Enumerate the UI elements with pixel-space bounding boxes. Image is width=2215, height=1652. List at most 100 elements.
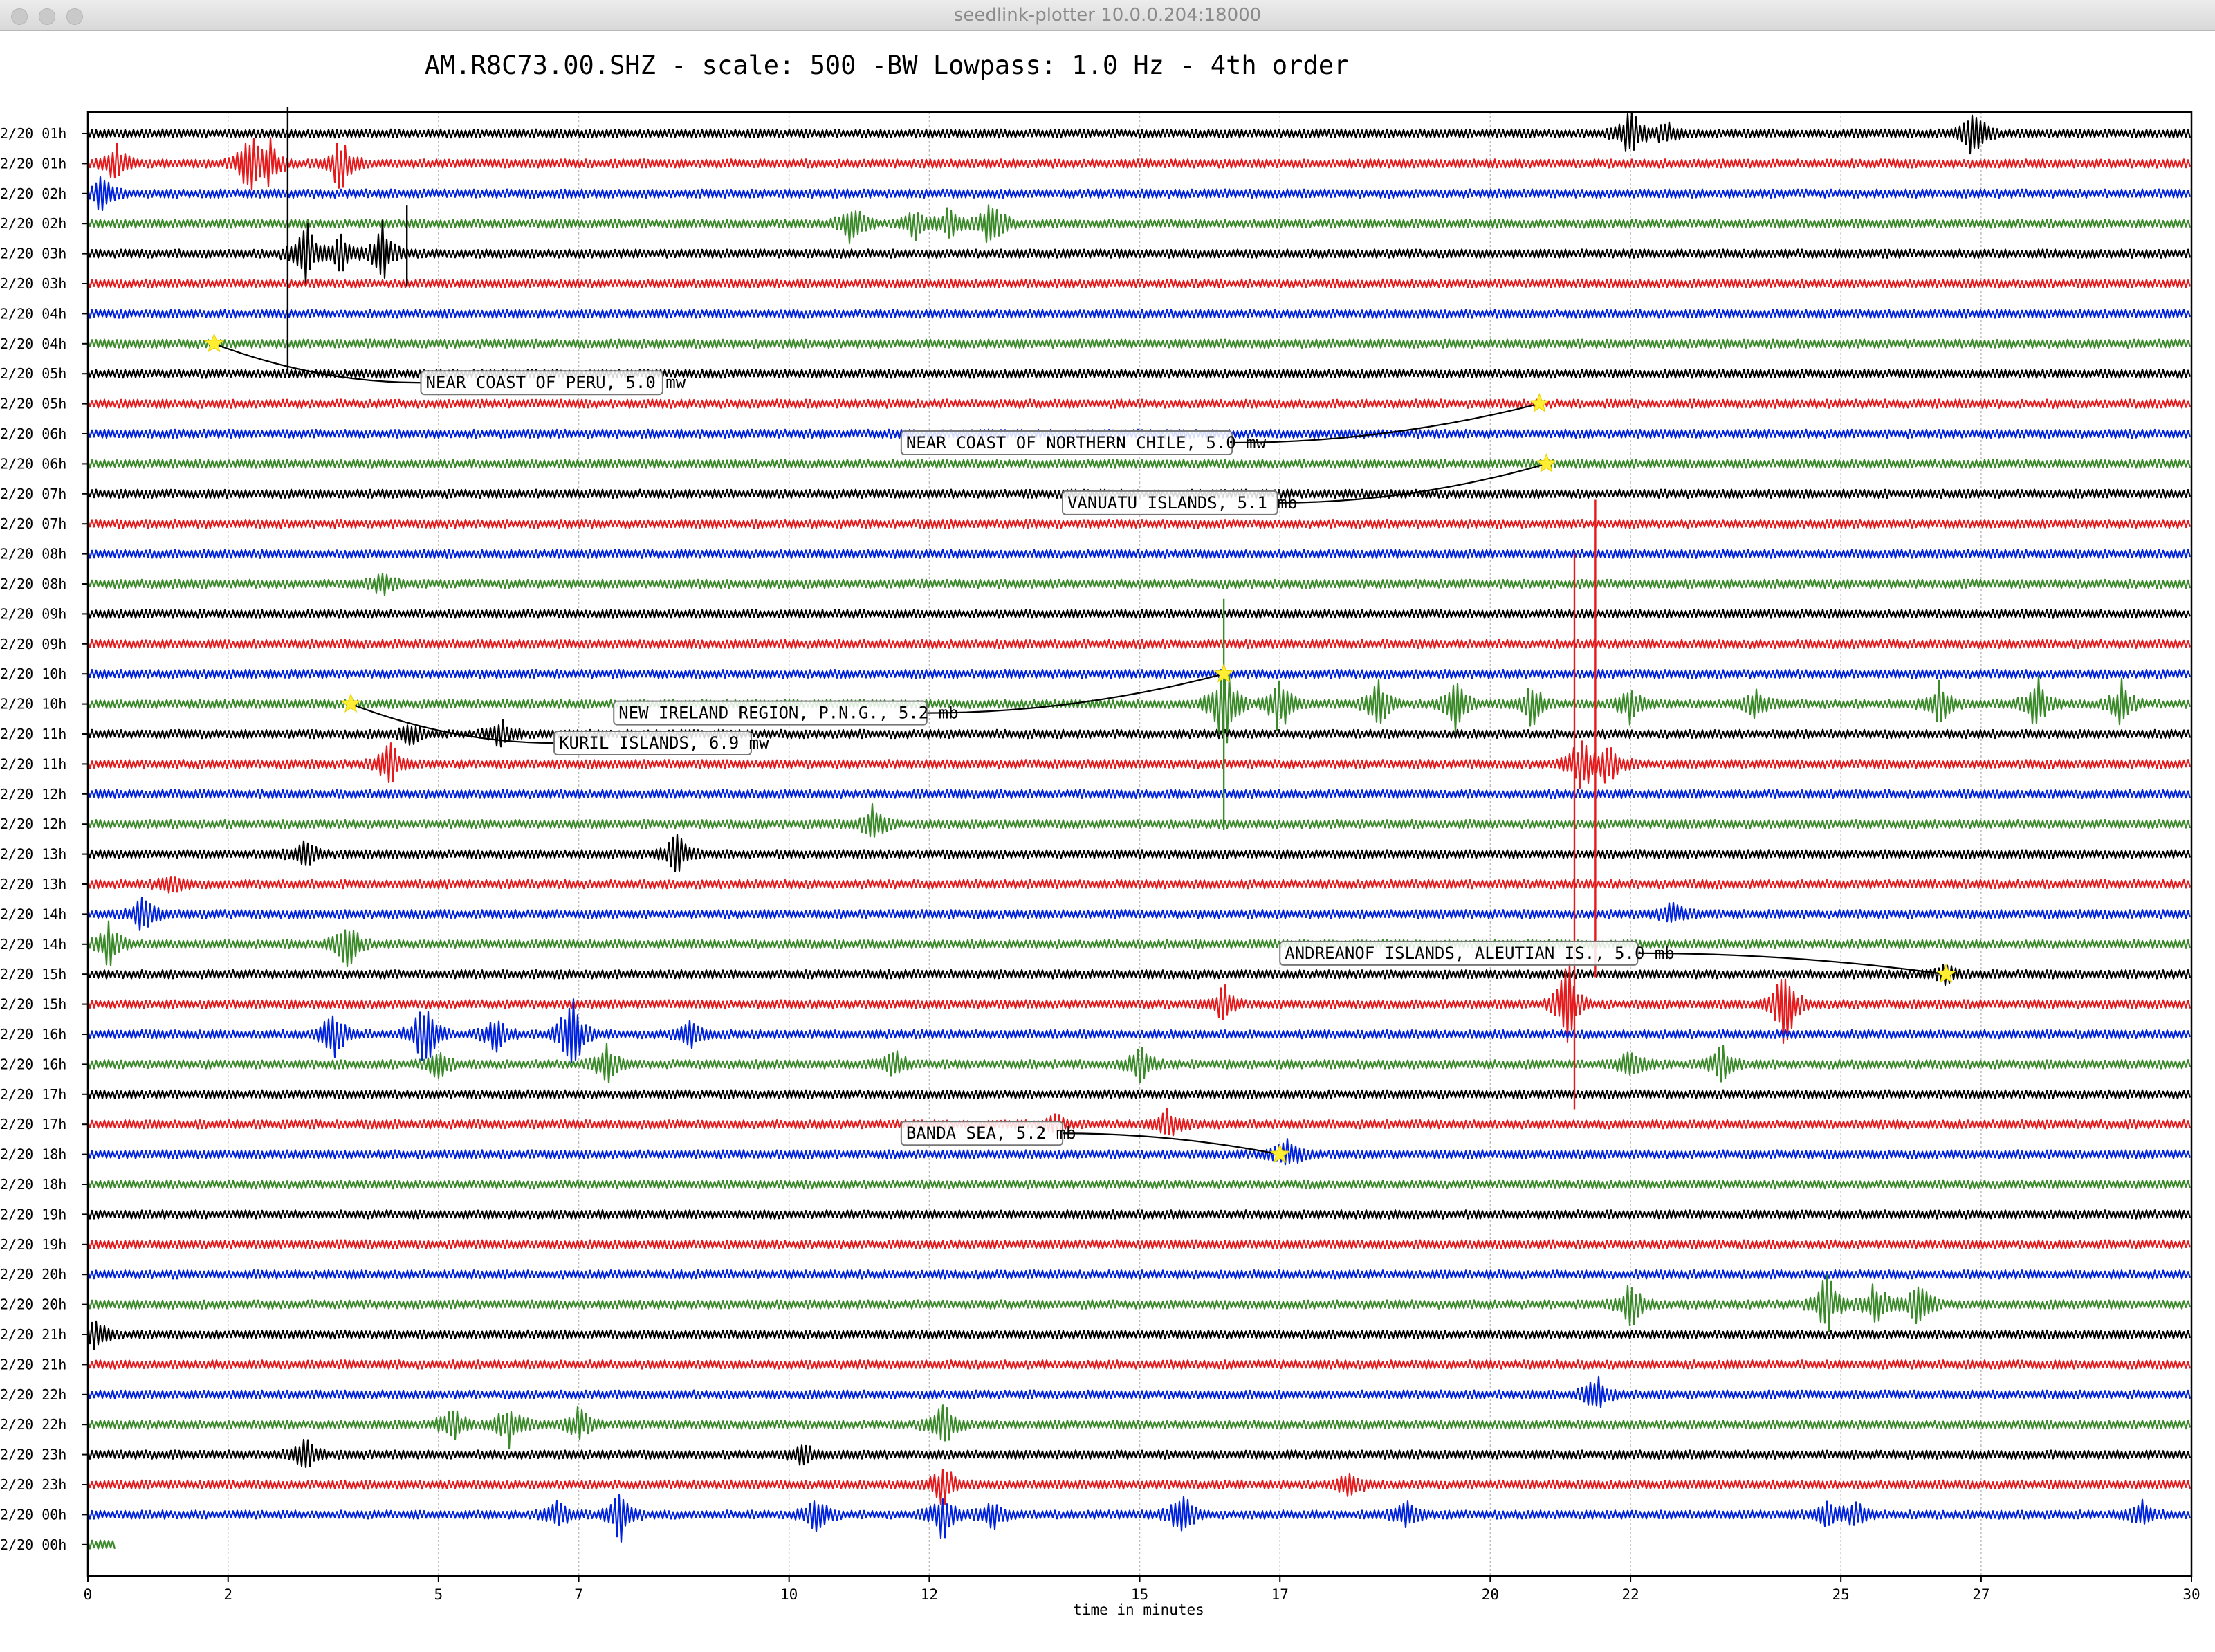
x-tick-label: 15 xyxy=(1131,1586,1148,1603)
x-tick-label: 10 xyxy=(780,1586,798,1603)
traces-layer xyxy=(86,106,2191,1550)
y-tick-label: 2/20 17h xyxy=(0,1086,66,1103)
trace-line xyxy=(86,1209,2191,1220)
trace-line xyxy=(86,309,2191,319)
y-tick-label: 2/20 07h xyxy=(0,486,66,502)
y-tick-label: 2/20 23h xyxy=(0,1476,66,1493)
x-tick-label: 0 xyxy=(84,1586,93,1603)
y-tick-label: 2/20 06h xyxy=(0,425,66,442)
annotation-label: BANDA SEA, 5.2 mb xyxy=(906,1123,1076,1143)
y-tick-label: 2/20 03h xyxy=(0,275,66,292)
window-titlebar: seedlink-plotter 10.0.0.204:18000 xyxy=(0,0,2215,31)
annotation-connector xyxy=(1637,952,1947,975)
event-star-marker xyxy=(203,333,225,353)
trace-line xyxy=(86,176,2191,212)
y-tick-label: 2/20 09h xyxy=(0,605,66,622)
x-gridlines xyxy=(227,112,1982,1576)
y-tick-label: 2/20 06h xyxy=(0,455,66,472)
y-tick-label: 2/20 21h xyxy=(0,1356,66,1373)
x-tick-label: 30 xyxy=(2182,1586,2200,1603)
trace-line xyxy=(86,1108,2191,1137)
y-tick-label: 2/20 02h xyxy=(0,185,66,202)
y-tick-label: 2/20 07h xyxy=(0,515,66,532)
y-tick-label: 2/20 18h xyxy=(0,1146,66,1163)
seismogram-plot: AM.R8C73.00.SHZ - scale: 500 -BW Lowpass… xyxy=(0,51,2200,1618)
y-tick-label: 2/20 19h xyxy=(0,1206,66,1222)
x-tick-label: 20 xyxy=(1482,1586,1499,1603)
trace-line xyxy=(86,1404,2191,1450)
x-tick-label: 12 xyxy=(921,1586,938,1603)
trace-line xyxy=(86,964,2191,986)
x-tick-label: 27 xyxy=(1972,1586,1989,1603)
y-tick-label: 2/20 05h xyxy=(0,396,66,412)
y-tick-label: 2/20 11h xyxy=(0,755,66,772)
y-tick-label: 2/20 04h xyxy=(0,336,66,352)
trace-line xyxy=(86,137,2191,191)
annotation-label: NEW IRELAND REGION, P.N.G., 5.2 mb xyxy=(618,704,958,723)
y-tick-label: 2/20 16h xyxy=(0,1056,66,1072)
trace-line xyxy=(86,278,2191,289)
annotation-label: NEAR COAST OF PERU, 5.0 mw xyxy=(425,373,686,392)
y-tick-label: 2/20 20h xyxy=(0,1296,66,1313)
trace-line xyxy=(86,668,2191,679)
x-tick-label: 17 xyxy=(1271,1586,1289,1603)
y-tick-label: 2/20 15h xyxy=(0,966,66,982)
chart-title: AM.R8C73.00.SHZ - scale: 500 -BW Lowpass… xyxy=(425,51,1350,80)
trace-line xyxy=(86,789,2191,800)
y-tick-label: 2/20 03h xyxy=(0,246,66,262)
trace-line xyxy=(86,1359,2191,1370)
y-tick-label: 2/20 11h xyxy=(0,726,66,742)
trace-line xyxy=(86,609,2191,619)
annotation-label: VANUATU ISLANDS, 5.1 mb xyxy=(1067,493,1297,513)
y-tick-label: 2/20 10h xyxy=(0,666,66,682)
y-tick-labels: 2/20 01h 2/20 01h 2/20 02h 2/20 02h 2/20 03h… xyxy=(0,125,88,1553)
y-tick-label: 2/20 09h xyxy=(0,636,66,652)
x-tick-label: 2 xyxy=(223,1586,232,1603)
y-tick-label: 2/20 16h xyxy=(0,1026,66,1043)
y-tick-label: 2/20 18h xyxy=(0,1176,66,1193)
annotation-label: ANDREANOF ISLANDS, ALEUTIAN IS., 5.0 mb xyxy=(1285,944,1675,963)
y-tick-label: 2/20 08h xyxy=(0,546,66,562)
y-tick-label: 2/20 01h xyxy=(0,125,66,142)
y-tick-label: 2/20 15h xyxy=(0,996,66,1013)
annotation-label: KURIL ISLANDS, 6.9 mw xyxy=(559,733,769,753)
x-axis-label: time in minutes xyxy=(1073,1601,1204,1618)
y-tick-label: 2/20 04h xyxy=(0,305,66,322)
trace-line xyxy=(86,1179,2191,1190)
trace-line xyxy=(86,368,2191,379)
y-tick-label: 2/20 21h xyxy=(0,1326,66,1343)
y-tick-label: 2/20 20h xyxy=(0,1266,66,1283)
event-star-marker xyxy=(1536,453,1557,472)
y-tick-label: 2/20 10h xyxy=(0,696,66,713)
y-tick-label: 2/20 13h xyxy=(0,846,66,863)
trace-line xyxy=(86,719,2191,748)
trace-line xyxy=(86,398,2191,409)
trace-line xyxy=(86,338,2191,349)
x-tick-label: 22 xyxy=(1621,1586,1639,1603)
trace-line xyxy=(86,572,2191,596)
y-tick-label: 2/20 08h xyxy=(0,576,66,592)
trace-line xyxy=(86,1239,2191,1250)
trace-line xyxy=(86,204,2191,244)
y-tick-label: 2/20 13h xyxy=(0,876,66,892)
annotation-connector xyxy=(926,673,1224,714)
trace-line xyxy=(86,1539,116,1550)
trace-line xyxy=(86,740,2191,789)
event-star-marker xyxy=(340,693,361,713)
trace-line xyxy=(86,1274,2191,1332)
trace-line xyxy=(86,639,2191,650)
trace-line xyxy=(86,802,2191,838)
y-tick-label: 2/20 23h xyxy=(0,1447,66,1463)
y-tick-label: 2/20 14h xyxy=(0,906,66,922)
y-tick-label: 2/20 19h xyxy=(0,1236,66,1253)
trace-line xyxy=(86,897,2191,931)
trace-line xyxy=(86,876,2191,894)
trace-line xyxy=(86,219,2191,286)
trace-line xyxy=(86,1375,2191,1408)
trace-line xyxy=(86,549,2191,559)
y-tick-label: 2/20 05h xyxy=(0,365,66,382)
annotation-label: NEAR COAST OF NORTHERN CHILE, 5.0 mw xyxy=(906,433,1267,452)
trace-line xyxy=(86,834,2191,872)
trace-line xyxy=(86,1089,2191,1100)
y-tick-label: 2/20 00h xyxy=(0,1506,66,1523)
